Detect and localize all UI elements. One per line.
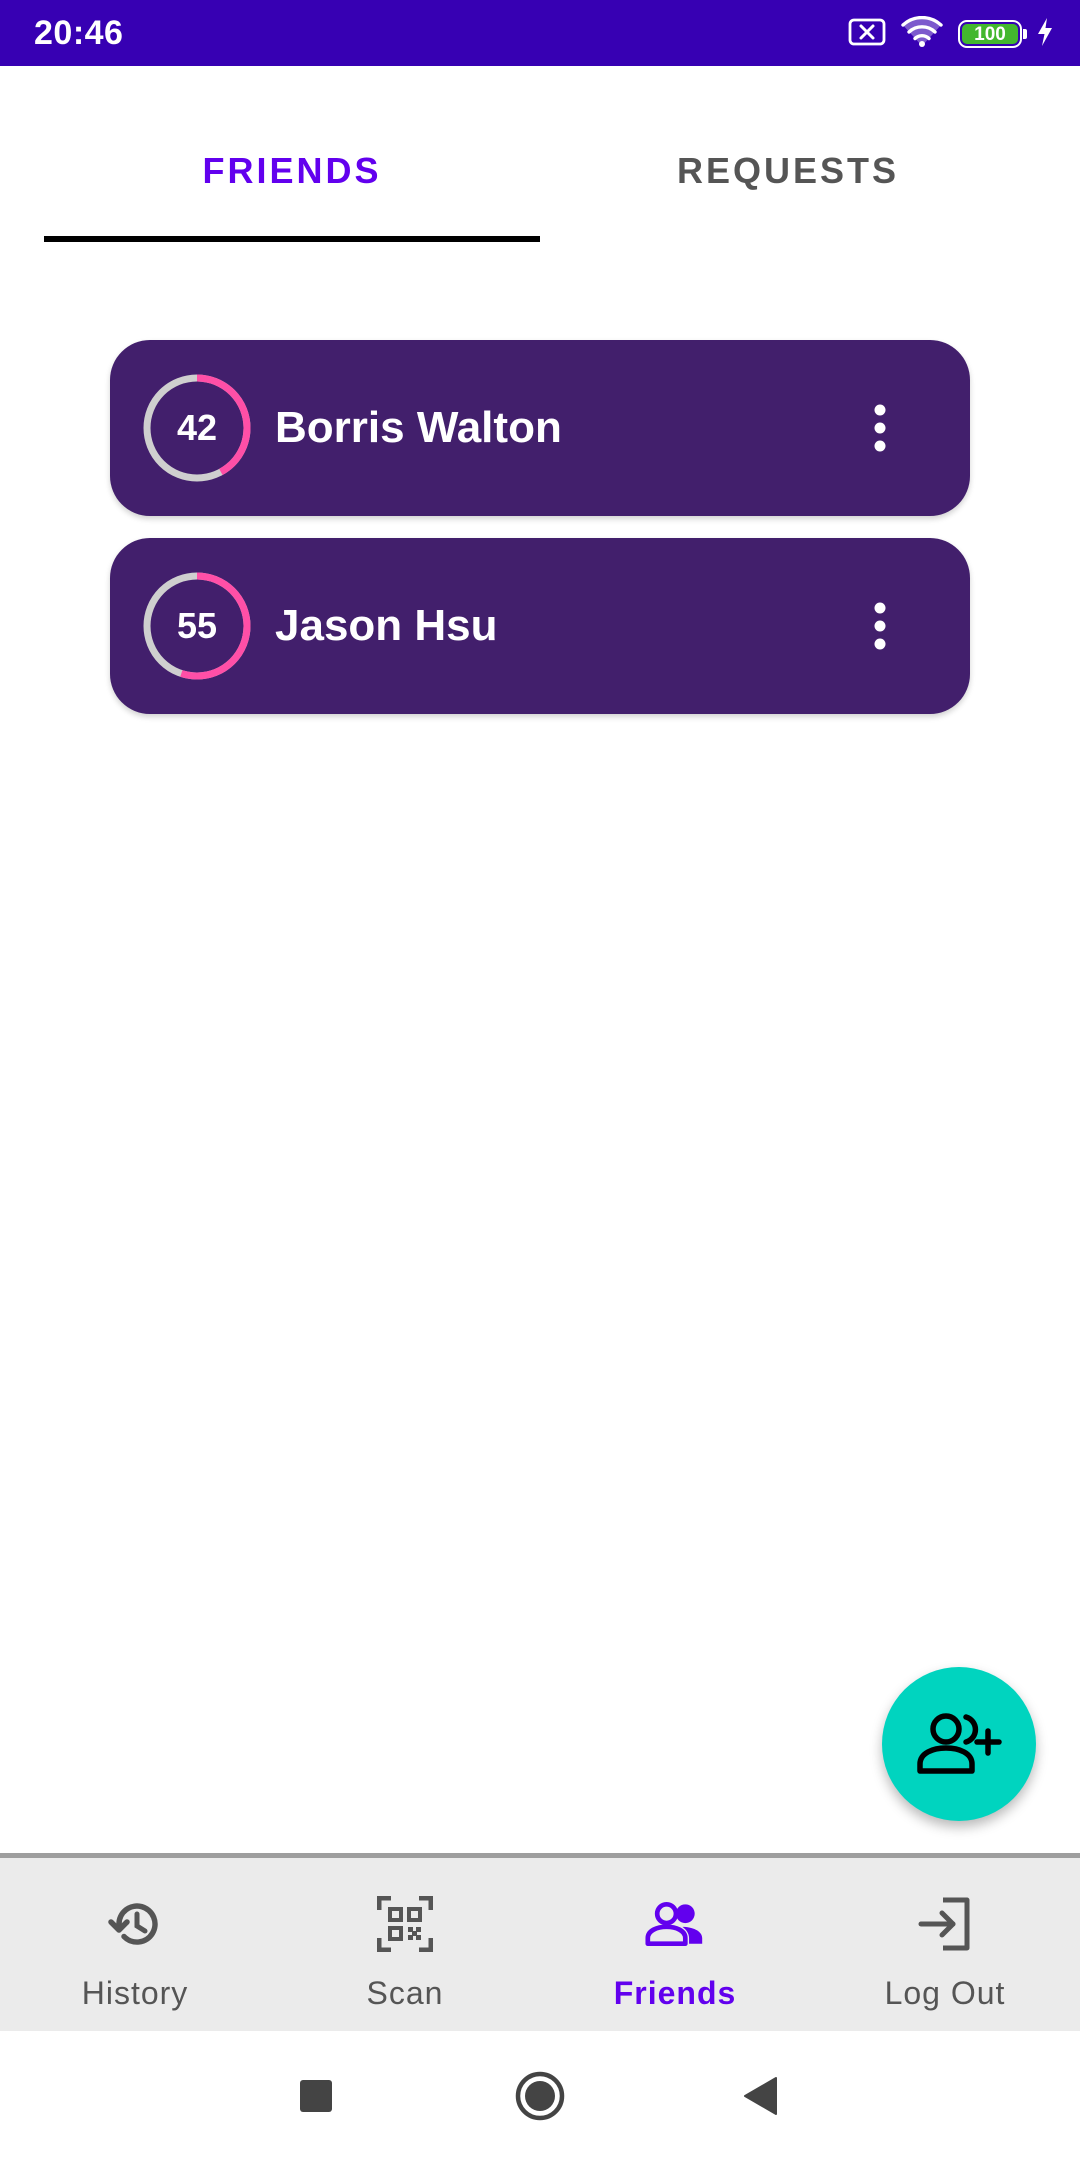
bottom-navigation: History Scan Friends Log Out [0, 1853, 1080, 2031]
home-button[interactable] [505, 2061, 575, 2131]
recents-button[interactable] [281, 2061, 351, 2131]
login-arrow-icon [915, 1894, 975, 1954]
friend-card[interactable]: 55 Jason Hsu [110, 538, 970, 714]
status-icons: 100 [848, 14, 1054, 54]
circle-icon [515, 2071, 565, 2121]
nav-scan[interactable]: Scan [270, 1858, 540, 2031]
people-icon [645, 1894, 705, 1954]
friend-score: 55 [176, 605, 218, 646]
back-button[interactable] [725, 2061, 795, 2131]
nav-history-label: History [81, 1975, 189, 2011]
nav-scan-label: Scan [366, 1975, 444, 2011]
more-vert-icon [874, 602, 886, 650]
battery-level: 100 [974, 23, 1006, 45]
tab-friends[interactable]: FRIENDS [44, 110, 540, 242]
friend-score: 42 [176, 407, 218, 448]
tab-requests[interactable]: REQUESTS [540, 110, 1036, 242]
more-options-button[interactable] [850, 398, 910, 458]
add-friend-button[interactable] [882, 1667, 1036, 1821]
score-ring: 55 [142, 571, 252, 681]
friend-card[interactable]: 42 Borris Walton [110, 340, 970, 516]
score-ring: 42 [142, 373, 252, 483]
status-bar: 20:46 100 [0, 0, 1080, 66]
qr-code-icon [375, 1894, 435, 1954]
sim-x-icon [848, 17, 886, 52]
system-navigation-bar [0, 2031, 1080, 2160]
charging-icon [1036, 17, 1054, 52]
wifi-icon [900, 15, 944, 53]
friend-name: Jason Hsu [275, 601, 498, 650]
square-icon [300, 2080, 332, 2112]
add-friend-icon [917, 1713, 1002, 1774]
more-options-button[interactable] [850, 596, 910, 656]
status-time: 20:46 [34, 14, 124, 52]
history-icon [105, 1894, 165, 1954]
nav-logout-label: Log Out [884, 1975, 1006, 2011]
friend-list: 42 Borris Walton 55 Jason Hsu [110, 340, 970, 736]
tab-requests-label: REQUESTS [676, 150, 900, 191]
nav-history[interactable]: History [0, 1858, 270, 2031]
nav-friends[interactable]: Friends [540, 1858, 810, 2031]
more-vert-icon [874, 404, 886, 452]
friend-name: Borris Walton [275, 403, 562, 452]
battery-icon: 100 [958, 20, 1027, 48]
tab-indicator [44, 236, 540, 242]
nav-logout[interactable]: Log Out [810, 1858, 1080, 2031]
nav-friends-label: Friends [613, 1975, 737, 2011]
tab-bar: FRIENDS REQUESTS [44, 110, 1036, 242]
tab-friends-label: FRIENDS [202, 150, 382, 191]
friends-screen: 20:46 100 FRIENDS REQUESTS 42 Borris Wal… [0, 0, 1080, 2160]
back-triangle-icon [744, 2077, 777, 2115]
